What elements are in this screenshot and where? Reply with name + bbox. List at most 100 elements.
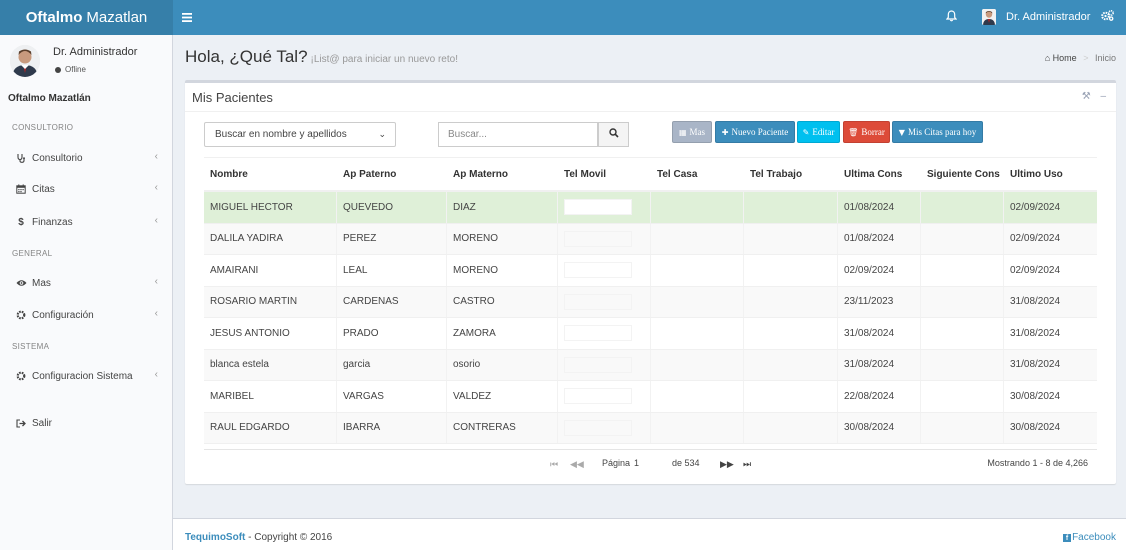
column-header[interactable]: Ap Paterno (337, 169, 447, 180)
minus-icon[interactable]: – (1100, 91, 1106, 102)
pencil-icon: ✎ (802, 127, 810, 137)
table-cell-text: 30/08/2024 (1010, 422, 1061, 434)
column-header[interactable]: Siguiente Cons (921, 169, 1004, 180)
search-input[interactable] (438, 122, 598, 147)
table-row[interactable]: blanca estela garcia osorio 31/08/2024 31/08… (204, 349, 1097, 381)
column-header[interactable]: Ultima Cons (838, 169, 921, 180)
table-cell-text: CARDENAS (343, 296, 399, 308)
breadcrumb-current: Inicio (1094, 53, 1116, 63)
column-header[interactable]: Nombre (204, 169, 337, 180)
table-cell: CONTRERAS (447, 412, 558, 443)
table-cell: VARGAS (337, 381, 447, 412)
cogs-icon[interactable] (1101, 10, 1114, 24)
sidebar-item-finanzas[interactable]: $ Finanzas ‹ (0, 212, 173, 232)
mas-button[interactable]: ▦ Mas (672, 121, 712, 143)
table-cell (651, 255, 744, 286)
search-button[interactable] (598, 122, 629, 147)
table-cell (744, 381, 838, 412)
home-icon[interactable]: ⌂ (1045, 53, 1050, 63)
column-header[interactable]: Tel Movil (558, 169, 651, 180)
patients-box: Mis Pacientes ⚒ – Buscar en nombre y ape… (185, 80, 1116, 484)
page-title: Hola, ¿Qué Tal? ¡List@ para iniciar un nu… (185, 47, 458, 67)
table-cell: RAUL EDGARDO (204, 412, 337, 443)
plus-icon: ✚ (721, 127, 729, 137)
column-header[interactable]: Tel Casa (651, 169, 744, 180)
logo-bold: Oftalmo (25, 9, 83, 26)
column-header[interactable]: Tel Trabajo (744, 169, 838, 180)
next-page-icon[interactable]: ▶▶ (720, 459, 734, 470)
sidebar-item-citas[interactable]: Citas ‹ (0, 179, 173, 199)
table-cell-text: 02/09/2024 (1010, 233, 1061, 245)
sidebar-item-label: Configuracion Sistema (32, 370, 133, 382)
sidebar-item-consultorio[interactable]: Consultorio ‹ (0, 148, 173, 168)
table-cell-text: 31/08/2024 (844, 359, 895, 371)
table-cell-text: 01/08/2024 (844, 201, 895, 213)
table-cell: blanca estela (204, 349, 337, 380)
divider (185, 111, 1116, 112)
sidebar-item-salir[interactable]: Salir (0, 413, 173, 433)
table-row[interactable]: MARIBEL VARGAS VALDEZ 22/08/2024 30/08/2024 (204, 381, 1097, 413)
breadcrumb-home[interactable]: Home (1053, 53, 1077, 63)
table-cell-text: 02/09/2024 (1010, 201, 1061, 213)
table-cell-text: MIGUEL HECTOR (210, 201, 293, 213)
table-row[interactable]: DALILA YADIRA PEREZ MORENO 01/08/2024 02/09/… (204, 223, 1097, 255)
wrench-icon[interactable]: ⚒ (1082, 91, 1091, 102)
redacted-phone (564, 419, 632, 436)
search-field-select[interactable]: Buscar en nombre y apellidos ⌄ (204, 122, 396, 147)
sign-out-icon (13, 418, 29, 428)
cog-icon (13, 371, 29, 381)
table-cell (921, 381, 1004, 412)
table-cell: PRADO (337, 318, 447, 349)
sidebar-item-label: Mas (32, 277, 51, 289)
first-page-icon[interactable]: ⏮ (550, 459, 558, 470)
menu-toggle-icon[interactable] (182, 10, 192, 25)
facebook-link[interactable]: f Facebook (1063, 532, 1116, 543)
sidebar-item-configuracion-sistema[interactable]: Configuracion Sistema ‹ (0, 366, 173, 386)
table-cell-text: RAUL EDGARDO (210, 422, 290, 434)
user-status-text: Ofline (65, 65, 86, 74)
company-link[interactable]: TequimoSoft (185, 532, 245, 543)
table-cell (651, 223, 744, 254)
sidebar-item-mas[interactable]: Mas ‹ (0, 273, 173, 293)
edit-button[interactable]: ✎ Editar (797, 121, 840, 143)
page-label: Página (602, 458, 631, 468)
eye-icon (13, 279, 29, 287)
mas-button-label: Mas (689, 127, 706, 137)
table-row[interactable]: JESUS ANTONIO PRADO ZAMORA 31/08/2024 31/08/… (204, 318, 1097, 350)
sidebar-user-panel: Dr. Administrador Ofline (0, 35, 173, 85)
header-avatar[interactable] (982, 9, 996, 25)
table-cell: AMAIRANI (204, 255, 337, 286)
table-cell-text: CASTRO (453, 296, 495, 308)
table-cell (744, 349, 838, 380)
search-field-select-value: Buscar en nombre y apellidos (215, 129, 347, 140)
todays-appointments-button[interactable]: ▼ Mis Citas para hoy (892, 121, 983, 143)
table-cell (921, 318, 1004, 349)
table-row[interactable]: ROSARIO MARTIN CARDENAS CASTRO 23/11/2023 31… (204, 286, 1097, 318)
table-row[interactable]: MIGUEL HECTOR QUEVEDO DIAZ 01/08/2024 02/09/… (204, 192, 1097, 224)
table-cell: 30/08/2024 (838, 412, 921, 443)
table-cell (651, 381, 744, 412)
table-row[interactable]: RAUL EDGARDO IBARRA CONTRERAS 30/08/2024 30/… (204, 412, 1097, 444)
table-cell-text: MARIBEL (210, 390, 254, 402)
column-header[interactable]: Ap Materno (447, 169, 558, 180)
top-header: Oftalmo Mazatlan Dr. Administrador (0, 0, 1126, 35)
delete-button[interactable]: 🗑 Borrar (843, 121, 890, 143)
dollar-icon: $ (18, 216, 24, 228)
table-cell (558, 192, 651, 223)
header-user-name[interactable]: Dr. Administrador (1006, 11, 1090, 23)
last-page-icon[interactable]: ⏭ (743, 459, 751, 470)
app-logo[interactable]: Oftalmo Mazatlan (0, 0, 173, 35)
table-row[interactable]: AMAIRANI LEAL MORENO 02/09/2024 02/09/2024 (204, 255, 1097, 287)
table-cell-text: PRADO (343, 327, 379, 339)
page-number-input[interactable]: 1 (634, 458, 639, 468)
table-cell: 02/09/2024 (1004, 224, 1085, 255)
table-cell (558, 223, 651, 254)
bell-icon[interactable] (945, 10, 958, 25)
table-cell-text: MORENO (453, 264, 498, 276)
box-title: Mis Pacientes (192, 90, 273, 105)
new-patient-button[interactable]: ✚ Nuevo Paciente (715, 121, 795, 143)
column-header[interactable]: Ultimo Uso (1004, 169, 1085, 180)
sidebar-item-configuracion[interactable]: Configuración ‹ (0, 305, 173, 325)
table-cell (651, 286, 744, 317)
previous-page-icon[interactable]: ◀◀ (570, 459, 584, 470)
